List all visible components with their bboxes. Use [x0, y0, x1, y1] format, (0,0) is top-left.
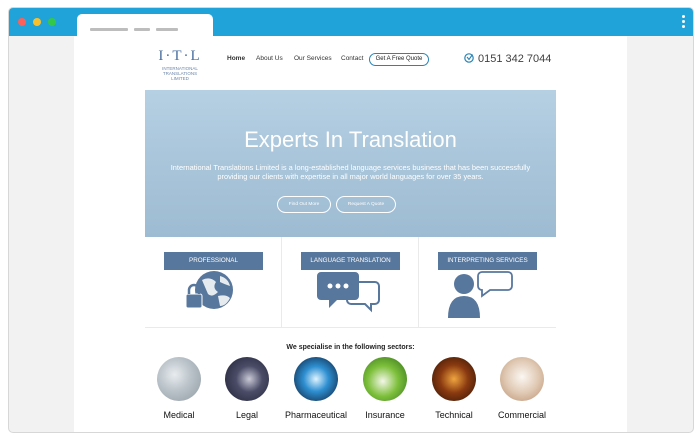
service-label: LANGUAGE TRANSLATION [301, 252, 400, 270]
sector-image-pharmaceutical [294, 357, 338, 401]
service-label: INTERPRETING SERVICES [438, 252, 537, 270]
logo-mark: I·T·L [158, 48, 202, 64]
tab-placeholder-bar [134, 28, 150, 31]
tab-placeholder-bar [90, 28, 128, 31]
nav-our-services[interactable]: Our Services [294, 55, 332, 62]
sector-image-technical [432, 357, 476, 401]
tab-placeholder-bar [156, 28, 178, 31]
hero-title: Experts In Translation [244, 127, 457, 152]
hero-banner: Experts In Translation International Tra… [145, 90, 556, 237]
sector-commercial[interactable]: Commercial [487, 357, 557, 420]
sector-image-medical [157, 357, 201, 401]
nav-home[interactable]: Home [227, 55, 245, 62]
website: I·T·L INTERNATIONAL TRANSLATIONS LIMITED… [145, 36, 556, 432]
sector-technical[interactable]: Technical [419, 357, 489, 420]
free-quote-button[interactable]: Get A Free Quote [369, 53, 429, 66]
service-label: PROFESSIONAL [164, 252, 263, 270]
sector-label: Insurance [365, 410, 405, 420]
logo-company-name: INTERNATIONAL TRANSLATIONS LIMITED [162, 66, 198, 81]
hero-text: International Translations Limited is a … [170, 163, 531, 181]
sector-image-insurance [363, 357, 407, 401]
speech-bubbles-icon [317, 272, 380, 313]
sector-pharmaceutical[interactable]: Pharmaceutical [281, 357, 351, 420]
site-logo[interactable]: I·T·L INTERNATIONAL TRANSLATIONS LIMITED [156, 48, 204, 81]
find-out-more-button[interactable]: Find Out More [277, 196, 331, 213]
sector-label: Medical [163, 410, 195, 420]
phone-number[interactable]: 0151 342 7044 [478, 53, 551, 65]
globe-lock-icon [185, 271, 233, 309]
maximize-window-button[interactable] [48, 18, 56, 26]
service-card-professional[interactable]: PROFESSIONAL [145, 237, 282, 328]
sector-label: Commercial [497, 410, 546, 420]
nav-about-us[interactable]: About Us [256, 55, 283, 62]
browser-window: I·T·L INTERNATIONAL TRANSLATIONS LIMITED… [8, 7, 694, 433]
close-window-button[interactable] [18, 18, 26, 26]
browser-tab[interactable] [77, 14, 213, 38]
sector-image-legal [225, 357, 269, 401]
page-canvas: I·T·L INTERNATIONAL TRANSLATIONS LIMITED… [74, 36, 627, 432]
sector-label: Legal [235, 410, 259, 420]
sector-label: Technical [435, 410, 473, 420]
nav-contact[interactable]: Contact [341, 55, 363, 62]
service-card-interpreting[interactable]: INTERPRETING SERVICES [419, 237, 556, 328]
minimize-window-button[interactable] [33, 18, 41, 26]
sector-legal[interactable]: Legal [212, 357, 282, 420]
speaker-icon [448, 271, 513, 318]
sectors-heading: We specialise in the following sectors: [286, 344, 415, 351]
request-quote-button[interactable]: Request A Quote [336, 196, 396, 213]
sector-image-commercial [500, 357, 544, 401]
sector-insurance[interactable]: Insurance [350, 357, 420, 420]
kebab-menu-icon[interactable] [682, 15, 685, 30]
browser-toolbar [9, 8, 693, 38]
sector-medical[interactable]: Medical [144, 357, 214, 420]
service-card-language-translation[interactable]: LANGUAGE TRANSLATION [282, 237, 419, 328]
sector-label: Pharmaceutical [284, 410, 348, 420]
phone-icon [464, 53, 474, 63]
